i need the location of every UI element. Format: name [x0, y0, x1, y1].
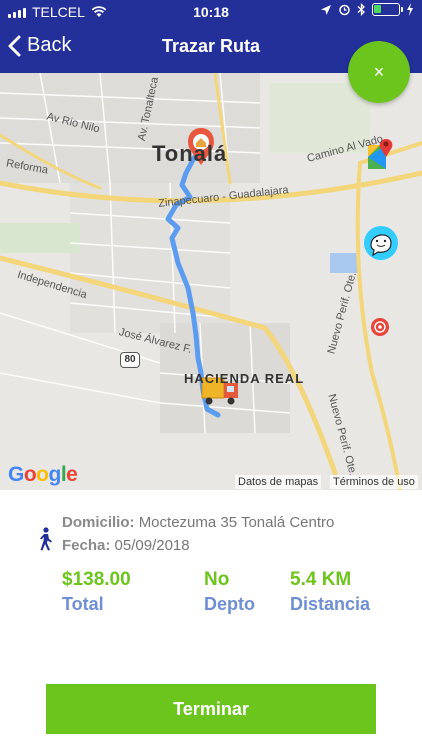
target-location-icon[interactable] [371, 318, 389, 336]
status-bar: TELCEL 10:18 [0, 0, 422, 24]
address-line: Domicilio: Moctezuma 35 Tonalá Centro [62, 514, 334, 531]
stat-distance: 5.4 KM Distancia [290, 569, 370, 615]
date-label: Fecha: [62, 537, 111, 554]
address-value: Moctezuma 35 Tonalá Centro [138, 514, 335, 531]
charging-bolt-icon [407, 3, 413, 16]
terms-link[interactable]: Términos de uso [330, 475, 418, 489]
date-value: 05/09/2018 [114, 537, 190, 554]
stat-total: $138.00 Total [62, 569, 131, 615]
map-label-city: Tonalá [152, 141, 228, 166]
stat-distance-label: Distancia [290, 594, 371, 614]
stat-depto: No Depto [204, 569, 255, 615]
close-icon: × [373, 61, 385, 82]
address-label: Domicilio: [62, 514, 135, 531]
pedestrian-icon [40, 527, 52, 551]
date-line: Fecha: 05/09/2018 [62, 537, 190, 554]
bluetooth-icon [357, 3, 365, 16]
stat-distance-value: 5.4 KM [290, 569, 352, 590]
finish-button[interactable]: Terminar [46, 684, 376, 734]
stat-total-label: Total [62, 594, 104, 614]
alarm-icon [339, 4, 350, 16]
map-label-neighborhood: HACIENDA REAL [184, 371, 305, 386]
close-map-button[interactable]: × [348, 41, 410, 103]
highway-shield: 80 [120, 352, 140, 368]
route-map[interactable]: Tonalá HACIENDA REAL Zinapecuaro - Guada… [0, 73, 422, 490]
stat-depto-label: Depto [204, 594, 255, 614]
finish-button-label: Terminar [173, 698, 249, 719]
waze-app-icon[interactable] [364, 226, 398, 260]
google-logo: Google [8, 463, 78, 486]
stat-depto-value: No [204, 569, 230, 590]
map-data-link[interactable]: Datos de mapas [235, 475, 322, 489]
battery-icon [372, 3, 403, 16]
location-arrow-icon [321, 4, 331, 15]
stat-total-value: $138.00 [62, 569, 131, 590]
